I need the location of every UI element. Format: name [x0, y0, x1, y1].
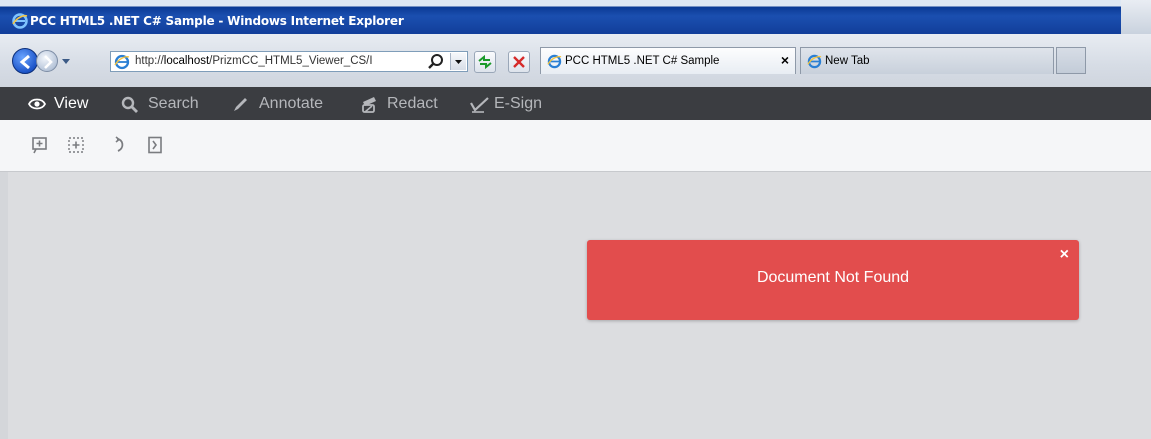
- magnifier-icon: [428, 54, 443, 69]
- eye-icon: [28, 98, 46, 110]
- new-tab-button[interactable]: [1056, 47, 1086, 74]
- url-text[interactable]: http://localhost/PrizmCC_HTML5_Viewer_CS…: [135, 55, 425, 67]
- url-host: localhost: [163, 55, 210, 67]
- signature-icon: [470, 97, 489, 113]
- error-notification: × Document Not Found: [587, 240, 1079, 320]
- app-main-toolbar: View Search Annotate Redact E-Sign: [0, 87, 1151, 120]
- stop-x-icon: [513, 56, 525, 68]
- tab-redact-label: Redact: [387, 95, 438, 112]
- viewport-left-edge: [0, 172, 8, 439]
- tab-label: PCC HTML5 .NET C# Sample: [565, 55, 720, 67]
- url-path: /PrizmCC_HTML5_Viewer_CS/I: [209, 55, 373, 67]
- tab-ie-icon: [547, 54, 562, 72]
- rotate-icon[interactable]: [111, 136, 129, 154]
- tab-search-label: Search: [148, 95, 199, 112]
- tab-label: New Tab: [825, 55, 870, 67]
- tab-ie-icon: [807, 54, 822, 72]
- refresh-button[interactable]: [474, 51, 496, 73]
- stop-button[interactable]: [508, 51, 530, 73]
- tab-esign[interactable]: E-Sign: [470, 87, 550, 120]
- tab-view-label: View: [54, 95, 89, 112]
- notification-message: Document Not Found: [756, 269, 910, 286]
- tab-redact[interactable]: Redact: [361, 87, 447, 120]
- zoom-in-icon[interactable]: [31, 136, 49, 154]
- refresh-icon: [478, 54, 492, 70]
- page-ie-icon: [114, 54, 130, 75]
- address-bar[interactable]: http://localhost/PrizmCC_HTML5_Viewer_CS…: [110, 51, 468, 72]
- notification-close-button[interactable]: ×: [1060, 246, 1069, 264]
- browser-navigation-bar: http://localhost/PrizmCC_HTML5_Viewer_CS…: [0, 34, 1151, 88]
- back-button[interactable]: [12, 48, 38, 74]
- view-toolbar: [0, 120, 1151, 172]
- address-search-button[interactable]: [427, 53, 445, 75]
- tab-close-button[interactable]: ×: [781, 52, 789, 68]
- browser-tab-new[interactable]: New Tab: [800, 47, 1054, 74]
- url-prefix: http://: [135, 55, 164, 67]
- search-icon: [121, 96, 138, 113]
- tab-annotate[interactable]: Annotate: [232, 87, 332, 120]
- redact-icon: [362, 97, 376, 113]
- tab-view[interactable]: View: [28, 87, 98, 120]
- window-title: PCC HTML5 .NET C# Sample - Windows Inter…: [30, 14, 404, 28]
- zoom-selection-icon[interactable]: [67, 136, 85, 154]
- browser-tab-active[interactable]: PCC HTML5 .NET C# Sample ×: [540, 47, 796, 74]
- history-dropdown-icon[interactable]: [61, 59, 71, 65]
- fit-page-icon[interactable]: [146, 136, 164, 154]
- tab-search[interactable]: Search: [121, 87, 207, 120]
- document-viewport: × Document Not Found: [0, 172, 1151, 439]
- tab-annotate-label: Annotate: [259, 95, 324, 112]
- tab-esign-label: E-Sign: [494, 95, 543, 112]
- ie-logo-icon: [12, 13, 28, 34]
- forward-arrow-icon: [44, 55, 53, 69]
- address-dropdown-button[interactable]: [450, 53, 466, 70]
- pen-icon: [234, 98, 247, 111]
- forward-button[interactable]: [36, 50, 58, 72]
- chevron-down-icon: [455, 60, 462, 64]
- window-title-bar: PCC HTML5 .NET C# Sample - Windows Inter…: [0, 0, 1151, 34]
- title-bar-right-strip: [1121, 0, 1151, 34]
